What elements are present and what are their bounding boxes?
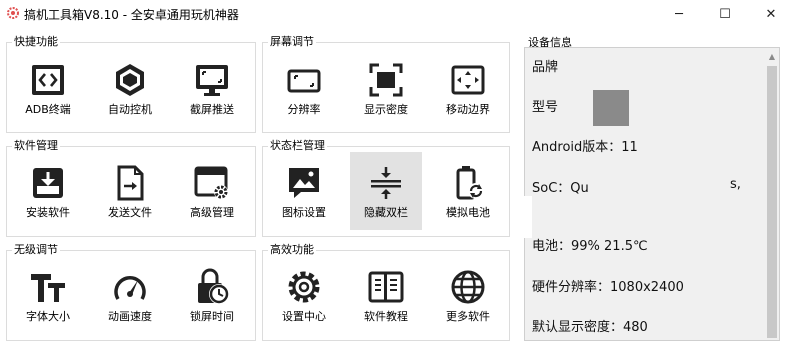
overlay-mask xyxy=(516,196,532,238)
model-redaction xyxy=(593,90,629,126)
more-software-button[interactable]: 更多软件 xyxy=(432,256,504,334)
scroll-up-arrow-icon[interactable]: ▲ xyxy=(767,50,777,62)
tile-label: 发送文件 xyxy=(108,206,152,219)
tile-label: 移动边界 xyxy=(446,103,490,116)
speedometer-icon xyxy=(114,276,146,300)
file-send-icon xyxy=(117,165,144,201)
lock-clock-icon xyxy=(198,268,229,304)
close-button[interactable]: ✕ xyxy=(756,3,786,25)
tile-label: 隐藏双栏 xyxy=(364,206,408,219)
resolution-icon xyxy=(287,69,321,93)
resolution-button[interactable]: 分辨率 xyxy=(268,49,340,127)
soc-info: SoC：Qu xyxy=(532,181,589,196)
device-info-scrollbar[interactable]: ▲ xyxy=(765,48,779,340)
soc-info-tail: s, xyxy=(730,177,741,192)
tile-label: 软件教程 xyxy=(364,310,408,323)
animation-speed-button[interactable]: 动画速度 xyxy=(94,256,166,334)
book-icon xyxy=(368,271,404,303)
font-size-icon xyxy=(31,274,65,302)
window-gear-icon xyxy=(194,166,228,199)
minimize-button[interactable]: ─ xyxy=(664,3,694,25)
default-density: 默认显示密度：480 xyxy=(532,320,648,335)
monitor-screenshot-icon xyxy=(196,65,228,96)
tile-label: ADB终端 xyxy=(25,103,71,116)
group-stepless-adjust: 无级调节 字体大小 动画速度 锁屏时间 xyxy=(6,242,256,341)
image-chat-icon xyxy=(289,168,319,198)
tile-label: 安装软件 xyxy=(26,206,70,219)
tile-label: 锁屏时间 xyxy=(190,310,234,323)
tile-label: 字体大小 xyxy=(26,310,70,323)
hardware-resolution: 硬件分辨率：1080x2400 xyxy=(532,280,684,295)
terminal-code-icon xyxy=(32,65,64,95)
install-software-button[interactable]: 安装软件 xyxy=(12,152,84,230)
group-efficient-functions: 高效功能 设置中心 软件教程 更多软件 xyxy=(262,242,510,341)
model-label: 型号 xyxy=(532,100,559,115)
hide-double-bar-button[interactable]: 隐藏双栏 xyxy=(350,152,422,230)
move-border-icon xyxy=(451,65,485,95)
tile-label: 动画速度 xyxy=(108,310,152,323)
screenshot-push-button[interactable]: 截屏推送 xyxy=(176,49,248,127)
group-screen-adjust: 屏幕调节 分辨率 显示密度 移动边界 xyxy=(262,34,510,133)
tile-label: 图标设置 xyxy=(282,206,326,219)
settings-center-button[interactable]: 设置中心 xyxy=(268,256,340,334)
download-tray-icon xyxy=(33,168,63,198)
battery-info: 电池：99% 21.5℃ xyxy=(532,239,648,254)
battery-refresh-icon xyxy=(456,166,484,200)
globe-icon xyxy=(451,270,485,304)
tile-label: 显示密度 xyxy=(364,103,408,116)
brand-label: 品牌 xyxy=(532,60,559,75)
tile-label: 高级管理 xyxy=(190,206,234,219)
tile-label: 自动控机 xyxy=(108,103,152,116)
group-software-management: 软件管理 安装软件 发送文件 高级管理 xyxy=(6,138,256,237)
title-bar: 搞机工具箱V8.10 - 全安卓通用玩机神器 ─ ☐ ✕ xyxy=(0,0,786,28)
collapse-lines-icon xyxy=(371,167,401,199)
font-size-button[interactable]: 字体大小 xyxy=(12,256,84,334)
adb-terminal-button[interactable]: ADB终端 xyxy=(12,49,84,127)
icon-settings-button[interactable]: 图标设置 xyxy=(268,152,340,230)
group-statusbar-management: 状态栏管理 图标设置 隐藏双栏 模拟电池 xyxy=(262,138,510,237)
advanced-management-button[interactable]: 高级管理 xyxy=(176,152,248,230)
scroll-thumb[interactable] xyxy=(767,66,777,338)
tile-label: 分辨率 xyxy=(287,103,321,116)
auto-control-button[interactable]: 自动控机 xyxy=(94,49,166,127)
lock-screen-time-button[interactable]: 锁屏时间 xyxy=(176,256,248,334)
tile-label: 模拟电池 xyxy=(446,206,490,219)
group-title-quick: 快捷功能 xyxy=(12,34,60,50)
app-logo-icon xyxy=(7,7,19,19)
window-title: 搞机工具箱V8.10 - 全安卓通用玩机神器 xyxy=(24,8,239,22)
software-tutorial-button[interactable]: 软件教程 xyxy=(350,256,422,334)
tile-label: 更多软件 xyxy=(446,310,490,323)
gear-icon xyxy=(288,271,320,303)
maximize-button[interactable]: ☐ xyxy=(710,3,740,25)
fullscreen-icon xyxy=(369,63,403,97)
simulate-battery-button[interactable]: 模拟电池 xyxy=(432,152,504,230)
tile-label: 截屏推送 xyxy=(190,103,234,116)
device-info-panel[interactable]: 品牌 型号 Android版本：11 SoC：Qu s, 电池：99% 21.5… xyxy=(524,47,780,341)
group-title-screen: 屏幕调节 xyxy=(268,34,316,50)
display-density-button[interactable]: 显示密度 xyxy=(350,49,422,127)
tile-label: 设置中心 xyxy=(282,310,326,323)
group-quick-functions: 快捷功能 ADB终端 自动控机 截屏推送 xyxy=(6,34,256,133)
android-version: Android版本：11 xyxy=(532,140,638,155)
send-file-button[interactable]: 发送文件 xyxy=(94,152,166,230)
hexagon-icon xyxy=(116,64,144,96)
move-border-button[interactable]: 移动边界 xyxy=(432,49,504,127)
